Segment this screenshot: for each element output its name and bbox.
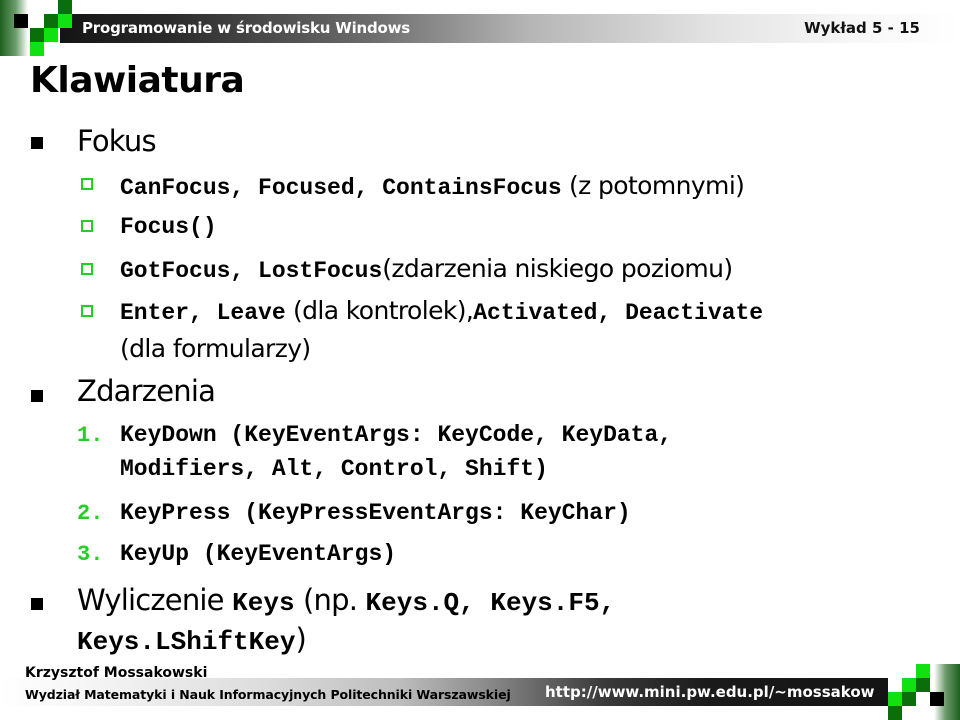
decor-square-dark (30, 28, 44, 42)
list-number: 2. (77, 501, 104, 526)
decor-square-black (930, 692, 944, 706)
focus-item: CanFocus, Focused, ContainsFocus (z poto… (120, 171, 745, 201)
hollow-square-bullet-icon (81, 220, 93, 232)
focus-item-text: (dla kontrolek), (292, 296, 474, 325)
focus-heading: Fokus (77, 124, 157, 158)
focus-item-text: (zdarzenia niskiego poziomu) (382, 254, 733, 283)
focus-item: GotFocus, LostFocus(zdarzenia niskiego p… (120, 254, 733, 284)
footer-author: Krzysztof Mossakowski (25, 665, 208, 681)
enumeration-item-continuation: Keys.LShiftKey) (77, 622, 307, 657)
square-bullet-icon (31, 598, 43, 610)
enumeration-code: Keys (232, 588, 295, 618)
decor-square-dark (888, 706, 902, 720)
event-item-line: KeyUp (KeyEventArgs) (120, 541, 397, 567)
hollow-square-bullet-icon (81, 263, 93, 275)
decor-square-light (888, 692, 902, 706)
decor-square-black (14, 14, 28, 28)
focus-item-code: CanFocus, Focused, ContainsFocus (120, 175, 562, 201)
focus-item-code: Focus() (120, 214, 217, 240)
decor-square-dark (44, 14, 58, 28)
hollow-square-bullet-icon (81, 305, 93, 317)
enumeration-examples: Keys.LShiftKey (77, 627, 296, 657)
footer-url-link[interactable]: http://www.mini.pw.edu.pl/~mossakow (545, 683, 875, 701)
decor-square-light (58, 14, 72, 28)
focus-item: Enter, Leave (dla kontrolek),Activated, … (120, 296, 763, 326)
decor-square-dark (902, 692, 916, 706)
focus-item-code: GotFocus, LostFocus (120, 258, 383, 284)
enumeration-examples: Keys.Q, Keys.F5, (365, 588, 616, 618)
enumeration-text: (np. (303, 583, 358, 617)
slide-title: Klawiatura (30, 60, 245, 101)
decor-square-light (30, 42, 44, 56)
decor-square-dark (58, 0, 72, 14)
focus-item-continuation: (dla formularzy) (120, 334, 311, 363)
square-bullet-icon (31, 137, 43, 149)
event-item-line: KeyDown (KeyEventArgs: KeyCode, KeyData, (120, 422, 673, 448)
hollow-square-bullet-icon (81, 178, 93, 190)
decor-square-light (902, 678, 916, 692)
focus-item-text: (z potomnymi) (568, 171, 745, 200)
course-title: Programowanie w środowisku Windows (82, 19, 411, 37)
decor-square-dark (916, 678, 930, 692)
focus-item: Focus() (120, 213, 217, 240)
slide-reference: Wykład 5 - 15 (804, 19, 920, 37)
event-item-line: KeyPress (KeyPressEventArgs: KeyChar) (120, 500, 631, 526)
enumeration-label: Wyliczenie (77, 583, 225, 617)
list-number: 1. (77, 423, 104, 448)
list-number: 3. (77, 542, 104, 567)
enumeration-text: ) (295, 622, 306, 656)
square-bullet-icon (31, 390, 43, 402)
decor-square-light (916, 664, 930, 678)
header-gradient-decoration (0, 0, 28, 56)
footer-department: Wydział Matematyki i Nauk Informacyjnych… (25, 687, 511, 702)
decor-square-light (44, 28, 58, 42)
focus-item-text: (dla formularzy) (120, 334, 311, 363)
events-heading: Zdarzenia (77, 374, 216, 408)
event-item-line: Modifiers, Alt, Control, Shift) (120, 456, 548, 482)
enumeration-item: Wyliczenie Keys (np. Keys.Q, Keys.F5, (77, 583, 615, 618)
focus-item-code: Activated, Deactivate (473, 300, 764, 326)
focus-item-code: Enter, Leave (120, 300, 286, 326)
